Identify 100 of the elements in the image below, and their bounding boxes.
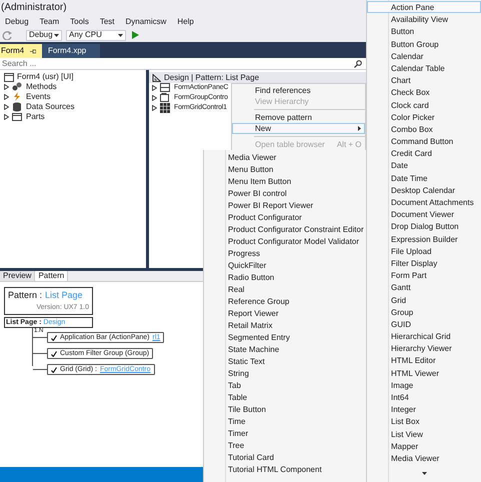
menu-item[interactable]: Timer bbox=[204, 428, 366, 440]
menu-item[interactable]: Report Viewer bbox=[204, 308, 366, 320]
menu-item[interactable]: Debug bbox=[4, 16, 30, 28]
menu-item[interactable]: Calendar Table bbox=[367, 62, 481, 74]
redo-icon bbox=[2, 30, 14, 40]
configuration-dropdown[interactable]: Debug bbox=[26, 30, 62, 40]
menu-item[interactable]: Button bbox=[367, 25, 481, 38]
menu-item[interactable]: Availability View bbox=[367, 13, 481, 26]
search-input[interactable]: Search ... bbox=[2, 58, 202, 68]
explorer-item[interactable]: Data Sources bbox=[26, 101, 74, 113]
menu-item[interactable]: Document Attachments bbox=[367, 196, 481, 208]
menu-item[interactable]: Reference Group bbox=[204, 296, 366, 308]
menu-item[interactable]: Power BI control bbox=[204, 188, 366, 200]
document-tab[interactable]: Form4 bbox=[0, 44, 42, 58]
menu-item[interactable]: Tutorial HTML Component bbox=[204, 464, 366, 476]
menu-item[interactable]: Menu Item Button bbox=[204, 176, 366, 188]
explorer-item[interactable]: Events bbox=[26, 91, 50, 103]
menu-item[interactable]: Filter Display bbox=[367, 256, 481, 270]
frame-icon bbox=[160, 93, 170, 103]
menu-item[interactable]: Real bbox=[204, 284, 366, 296]
dropdown-arrow-icon bbox=[118, 34, 123, 36]
menu-item[interactable]: Tab bbox=[204, 380, 366, 392]
menu-item[interactable]: Find references bbox=[232, 85, 365, 96]
menu-item[interactable]: Hierarchical Grid bbox=[367, 330, 481, 342]
menu-item[interactable]: String bbox=[204, 368, 366, 380]
menu-item[interactable]: Expression Builder bbox=[367, 232, 481, 245]
menu-item[interactable]: Time bbox=[204, 416, 366, 428]
menu-item[interactable]: Media Viewer bbox=[204, 152, 366, 164]
menu-item[interactable]: Integer bbox=[367, 403, 481, 416]
tree-header[interactable]: Design | Pattern: List Page bbox=[149, 72, 366, 83]
menu-item[interactable]: Image bbox=[367, 378, 481, 391]
menu-item[interactable]: Chart bbox=[367, 74, 481, 86]
menu-item[interactable]: Team bbox=[38, 16, 60, 28]
menu-item[interactable]: Desktop Calendar bbox=[367, 184, 481, 196]
document-tab[interactable]: Form4.xpp bbox=[42, 44, 100, 58]
menu-item[interactable]: Remove pattern bbox=[232, 112, 365, 123]
menu-item[interactable]: Clock card bbox=[367, 98, 481, 111]
menu-item[interactable]: Static Text bbox=[204, 356, 366, 368]
menu-item[interactable]: Combo Box bbox=[367, 122, 481, 136]
menu-item[interactable]: Hierarchy Viewer bbox=[367, 342, 481, 354]
menu-item[interactable]: Drop Dialog Button bbox=[367, 220, 481, 233]
menu-item[interactable]: Retail Matrix bbox=[204, 320, 366, 332]
collapsed-arrow-icon[interactable] bbox=[4, 114, 9, 120]
menu-item[interactable]: Tutorial Card bbox=[204, 452, 366, 464]
menu-item[interactable]: Date Time bbox=[367, 172, 481, 184]
menu-item[interactable]: Tools bbox=[69, 16, 90, 28]
menu-item[interactable]: Table bbox=[204, 392, 366, 404]
menu-item[interactable]: Power BI Report Viewer bbox=[204, 200, 366, 212]
menu-item[interactable]: List View bbox=[367, 428, 481, 440]
menu-item[interactable]: Radio Button bbox=[204, 272, 366, 284]
menu-item[interactable]: Calendar bbox=[367, 50, 481, 62]
explorer-item[interactable]: Form4 (usr) [UI] bbox=[17, 71, 74, 83]
menu-item[interactable]: HTML Editor bbox=[367, 354, 481, 367]
menu-item[interactable]: HTML Viewer bbox=[367, 366, 481, 379]
menu-item[interactable]: Button Group bbox=[367, 38, 481, 50]
menu-item[interactable]: Color Picker bbox=[367, 110, 481, 123]
search-field[interactable]: Search ... bbox=[0, 58, 366, 70]
menu-item[interactable]: Tree bbox=[204, 440, 366, 452]
menu-item[interactable]: Segmented Entry bbox=[204, 332, 366, 344]
menu-item[interactable]: Dynamicsw bbox=[124, 16, 168, 28]
menu-item[interactable]: New bbox=[232, 123, 365, 134]
menu-item[interactable]: Product Configurator Constraint Editor bbox=[204, 224, 366, 236]
menu-item[interactable]: Gantt bbox=[367, 281, 481, 294]
triangle-ruler-icon bbox=[152, 74, 161, 82]
menu-item[interactable]: Group bbox=[367, 306, 481, 318]
menu-item[interactable]: Check Box bbox=[367, 86, 481, 98]
menu-item[interactable]: Help bbox=[176, 16, 195, 28]
menu-item[interactable]: State Machine bbox=[204, 344, 366, 356]
menu-item[interactable]: Mapper bbox=[367, 440, 481, 452]
menu-item[interactable]: Form Part bbox=[367, 269, 481, 282]
menu-item[interactable]: Media Viewer bbox=[367, 452, 481, 464]
panel-tab[interactable]: Preview bbox=[0, 271, 36, 281]
menu-item[interactable]: Document Viewer bbox=[367, 208, 481, 220]
collapsed-arrow-icon[interactable] bbox=[4, 84, 9, 90]
menu-item[interactable]: File Upload bbox=[367, 244, 481, 257]
menu-item[interactable]: Int64 bbox=[367, 391, 481, 404]
collapsed-arrow-icon[interactable] bbox=[152, 105, 157, 111]
platform-dropdown[interactable]: Any CPU bbox=[66, 30, 126, 40]
menu-item[interactable]: Command Button bbox=[367, 135, 481, 148]
menu-item[interactable]: Action Pane bbox=[367, 1, 481, 14]
menu-item[interactable]: Tile Button bbox=[204, 404, 366, 416]
menu-item[interactable]: Test bbox=[98, 16, 116, 28]
menu-item[interactable]: QuickFilter bbox=[204, 260, 366, 272]
panel-tab[interactable]: Pattern bbox=[35, 271, 68, 281]
menu-item[interactable]: Product Configurator bbox=[204, 212, 366, 224]
explorer-item[interactable]: Parts bbox=[26, 111, 45, 123]
explorer-item[interactable]: Methods bbox=[26, 81, 57, 93]
pattern-label: Pattern : bbox=[8, 289, 42, 302]
menu-item[interactable]: Grid bbox=[367, 294, 481, 306]
menu-item[interactable]: Date bbox=[367, 159, 481, 172]
menu-item[interactable]: Menu Button bbox=[204, 164, 366, 176]
menu-item[interactable]: GUID bbox=[367, 318, 481, 330]
menu-item[interactable]: List Box bbox=[367, 415, 481, 428]
menu-item[interactable]: Progress bbox=[204, 248, 366, 260]
collapsed-arrow-icon[interactable] bbox=[4, 94, 9, 100]
menu-item[interactable]: Product Configurator Model Validator bbox=[204, 236, 366, 248]
collapsed-arrow-icon[interactable] bbox=[4, 104, 9, 110]
collapsed-arrow-icon[interactable] bbox=[152, 95, 157, 101]
collapsed-arrow-icon[interactable] bbox=[152, 85, 157, 91]
menu-item[interactable]: Credit Card bbox=[367, 147, 481, 160]
